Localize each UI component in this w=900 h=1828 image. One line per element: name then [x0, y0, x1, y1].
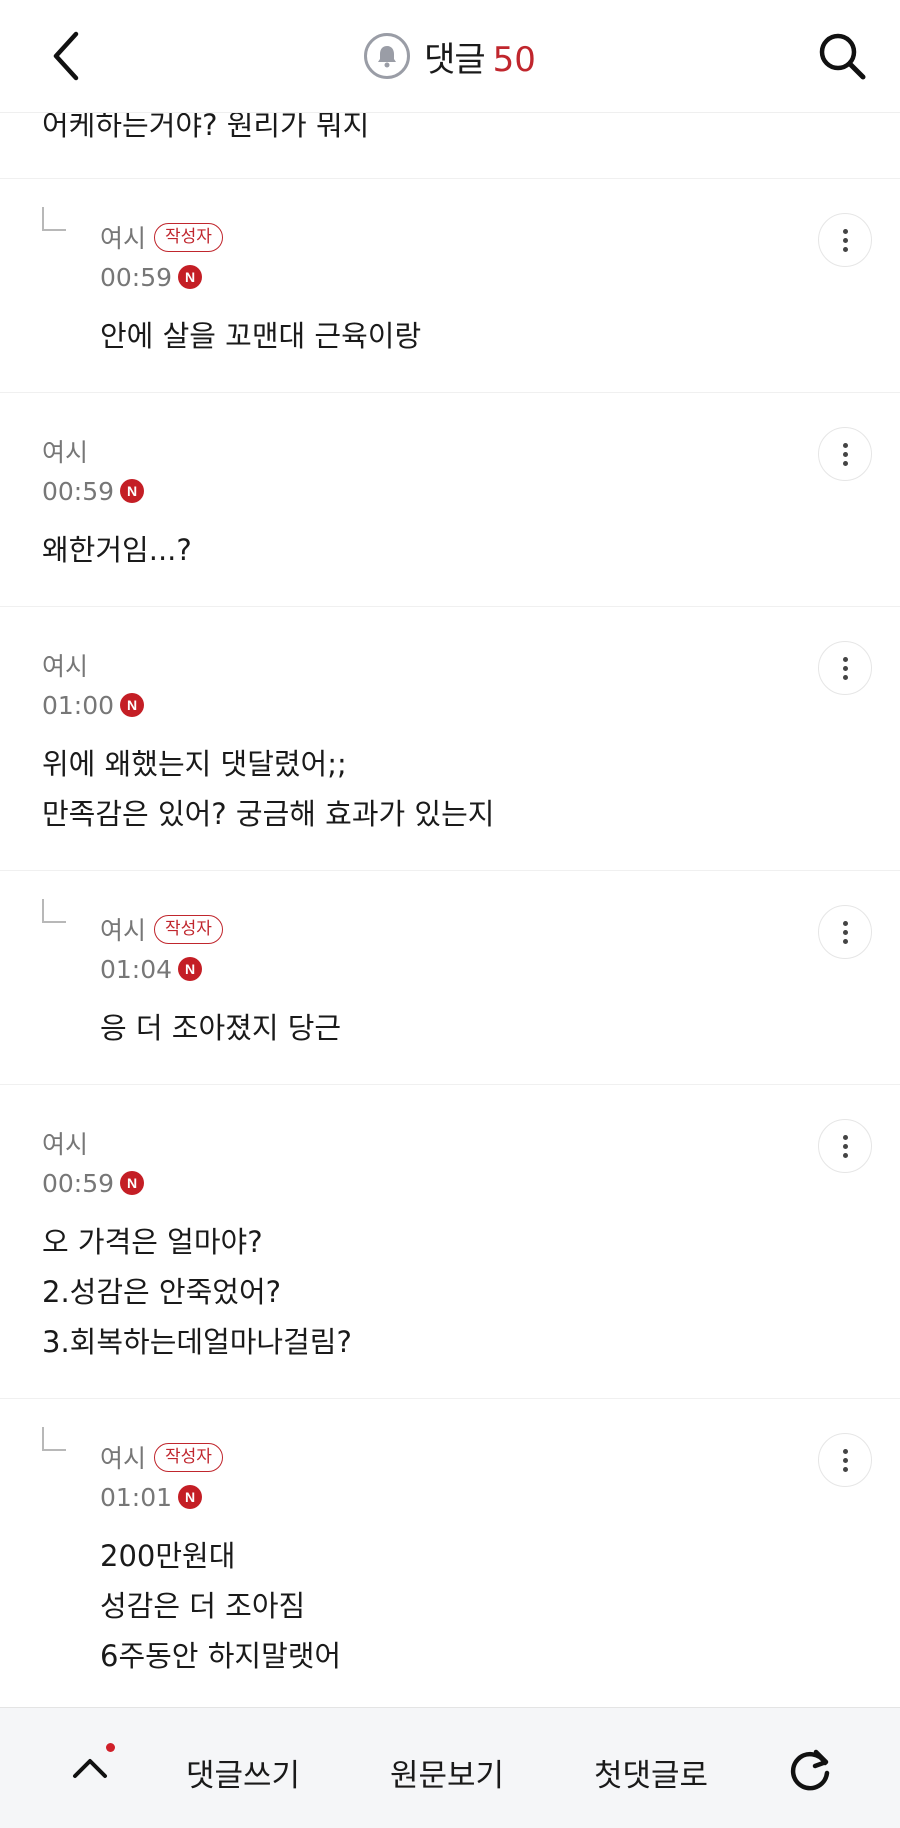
comment-text: 오 가격은 얼마야? 2.성감은 안죽었어? 3.회복하는데얼마나걸림? [42, 1225, 352, 1359]
comment-time: 01:01 [100, 1482, 173, 1512]
comment-item: 여시 작성자 01:04 N 응 더 조아졌지 당근 [0, 871, 900, 1085]
new-badge-icon: N [178, 265, 203, 289]
more-options-button[interactable] [818, 905, 872, 959]
more-options-button[interactable] [818, 1433, 872, 1487]
comment-count: 50 [492, 39, 536, 80]
new-badge-icon: N [120, 479, 145, 503]
comment-text: 왜한거임...? [42, 533, 192, 567]
more-vertical-icon [842, 1134, 848, 1140]
comment-author: 여시 [42, 652, 89, 681]
search-icon [819, 33, 866, 80]
notification-dot [106, 1743, 115, 1752]
comment-author: 여시 [42, 1130, 89, 1159]
header-title-group: 댓글 50 [424, 32, 536, 81]
reply-indicator-icon [42, 1427, 66, 1451]
new-badge-icon: N [178, 957, 203, 981]
comment-time: 01:04 [100, 954, 173, 984]
comment-item: 여시 00:59 N 오 가격은 얼마야? 2.성감은 안죽었어? 3.회복하는… [0, 1085, 900, 1399]
more-vertical-icon [842, 656, 848, 662]
chevron-up-icon [73, 1759, 107, 1778]
comment-author: 여시 [100, 916, 147, 945]
comment-item: 여시 01:00 N 위에 왜했는지 댓달렸어;; 만족감은 있어? 궁금해 효… [0, 607, 900, 871]
page-title: 댓글 [424, 39, 486, 80]
comment-list: 어케하는거야? 원리가 뭐지 여시 작성자 00:59 N 안에 살을 꼬맨대 … [0, 96, 900, 1709]
new-badge-icon: N [178, 1485, 203, 1509]
notification-bell-button[interactable] [364, 33, 411, 79]
header-center: 댓글 50 [0, 30, 900, 82]
more-options-button[interactable] [818, 427, 872, 481]
reply-indicator-icon [42, 899, 66, 923]
comment-time: 01:00 [42, 690, 115, 720]
comment-author: 여시 [100, 224, 147, 253]
author-badge: 작성자 [154, 1442, 223, 1472]
bell-icon [378, 46, 397, 68]
author-badge: 작성자 [154, 222, 223, 252]
comment-text: 응 더 조아졌지 당근 [100, 1011, 342, 1045]
comment-item: 여시 작성자 00:59 N 안에 살을 꼬맨대 근육이랑 [0, 179, 900, 393]
view-original-button[interactable]: 원문보기 [390, 1750, 504, 1795]
more-vertical-icon [842, 442, 848, 448]
comment-time: 00:59 [100, 262, 173, 292]
first-comment-button[interactable]: 첫댓글로 [594, 1750, 708, 1795]
reply-indicator-icon [42, 207, 66, 231]
bottom-action-bar: 댓글쓰기 원문보기 첫댓글로 [0, 1707, 900, 1828]
more-options-button[interactable] [818, 641, 872, 695]
new-badge-icon: N [120, 693, 145, 717]
refresh-button[interactable] [780, 1740, 840, 1800]
comment-item: 여시 00:59 N 왜한거임...? [0, 393, 900, 607]
comment-text: 200만원대 성감은 더 조아짐 6주동안 하지말랫어 [100, 1539, 342, 1673]
comment-author: 여시 [42, 438, 89, 467]
comment-text: 안에 살을 꼬맨대 근육이랑 [100, 319, 422, 353]
write-comment-button[interactable]: 댓글쓰기 [186, 1750, 300, 1795]
more-options-button[interactable] [818, 1119, 872, 1173]
comment-time: 00:59 [42, 476, 115, 506]
refresh-icon [790, 1749, 830, 1791]
top-header: 댓글 50 [0, 0, 900, 113]
comment-author: 여시 [100, 1444, 147, 1473]
new-badge-icon: N [120, 1171, 145, 1195]
more-vertical-icon [842, 228, 848, 234]
comment-text: 위에 왜했는지 댓달렸어;; 만족감은 있어? 궁금해 효과가 있는지 [42, 747, 495, 831]
comment-item: 여시 작성자 01:01 N 200만원대 성감은 더 조아짐 6주동안 하지말… [0, 1399, 900, 1709]
more-vertical-icon [842, 920, 848, 926]
more-options-button[interactable] [818, 213, 872, 267]
search-button[interactable] [812, 26, 872, 86]
comment-time: 00:59 [42, 1168, 115, 1198]
more-vertical-icon [842, 1448, 848, 1454]
author-badge: 작성자 [154, 914, 223, 944]
